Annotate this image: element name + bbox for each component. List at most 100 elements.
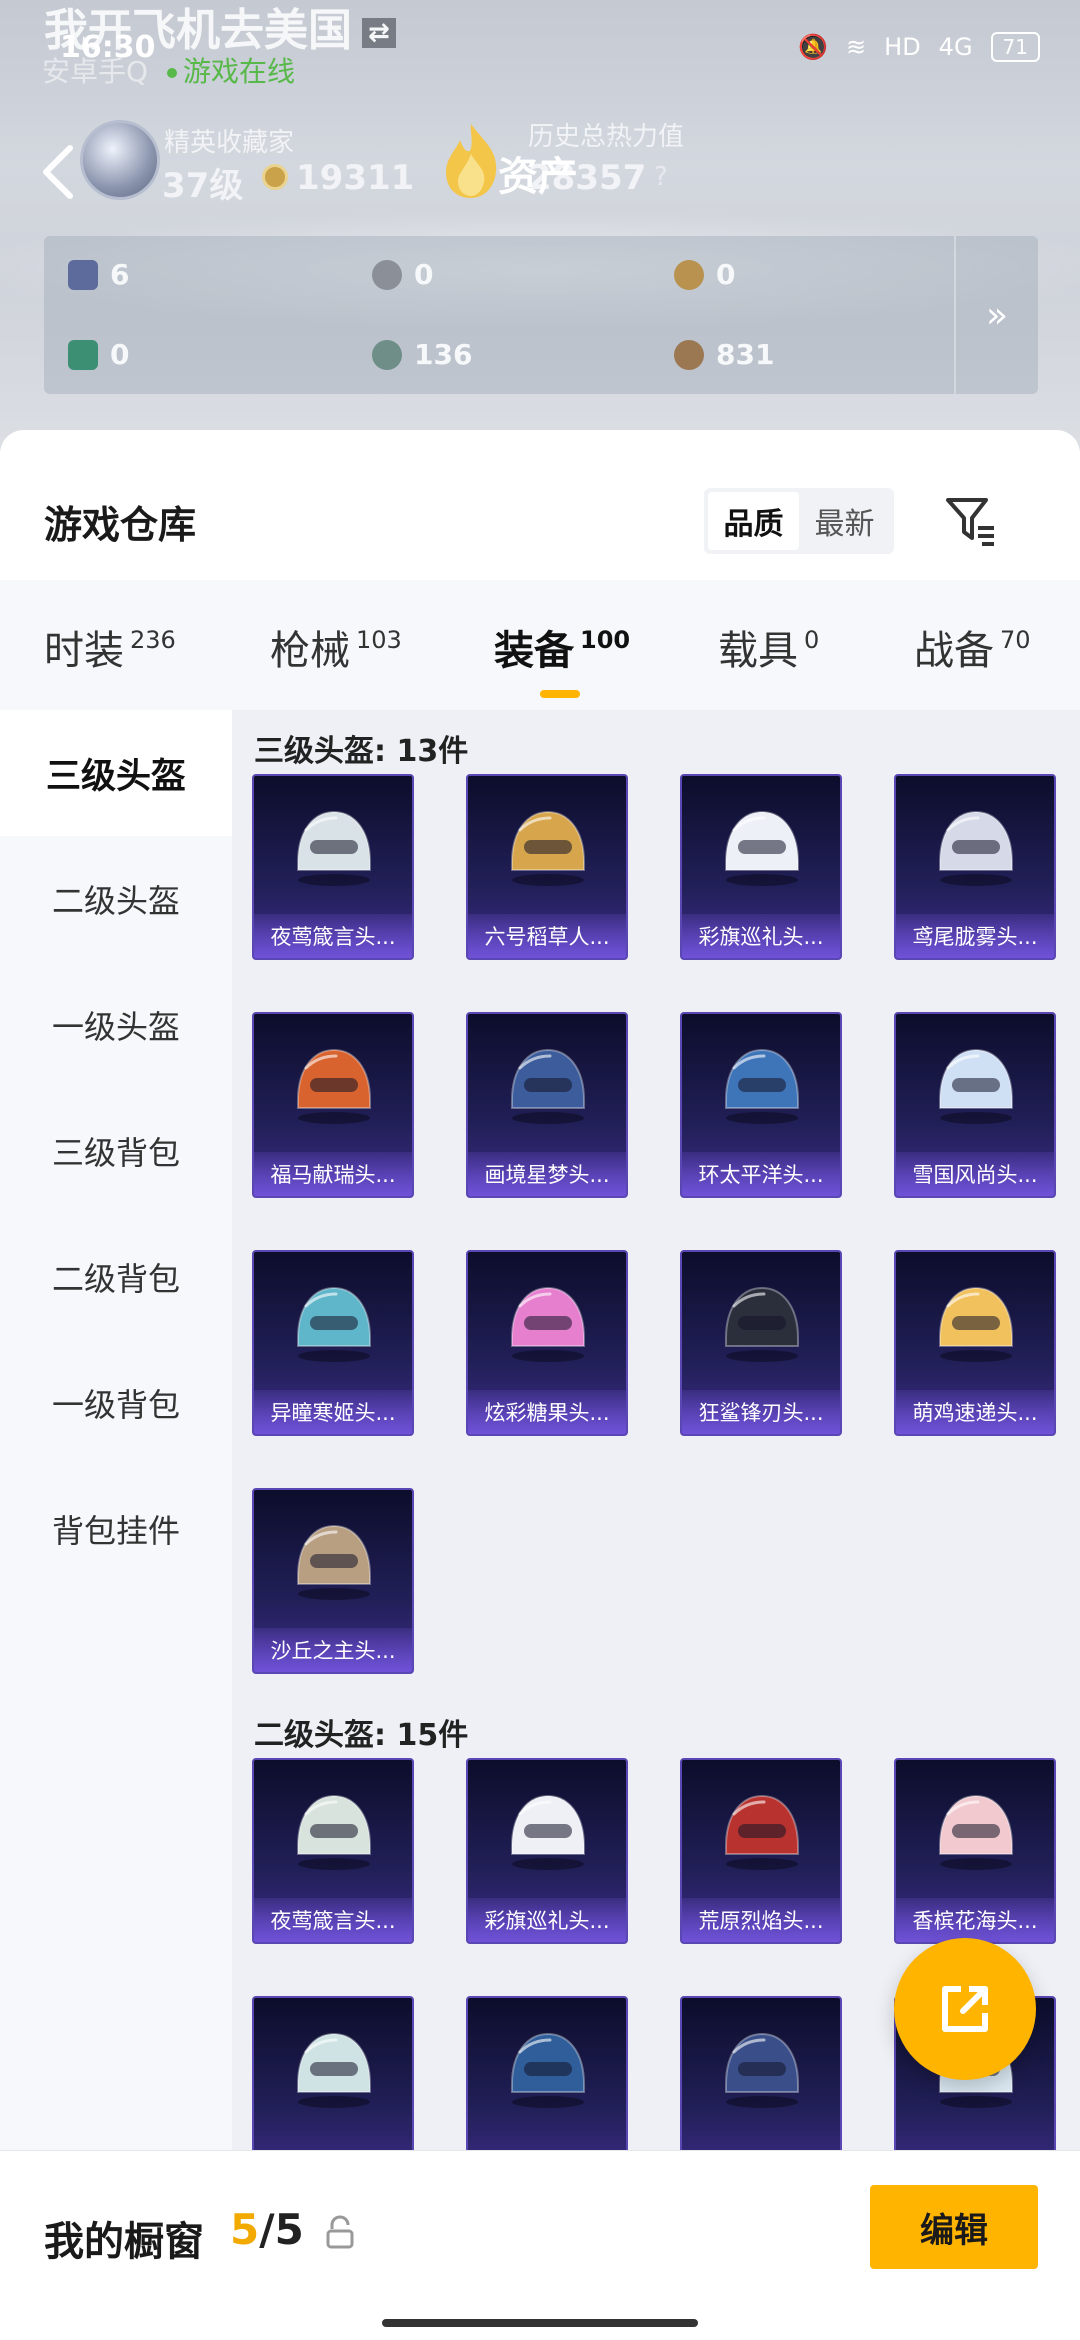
item-card[interactable]: 福马献瑞头... — [252, 1012, 414, 1198]
sidebar-item-level1-backpack[interactable]: 一级背包 — [0, 1340, 232, 1466]
tab-fashion[interactable]: 时装 236 — [44, 618, 176, 676]
online-status-text: 游戏在线 — [182, 55, 295, 88]
tab-supplies[interactable]: 战备 70 — [914, 618, 1031, 676]
item-card[interactable]: 画境星梦头... — [466, 1012, 628, 1198]
card-icon — [68, 259, 98, 290]
item-card[interactable]: 彩旗巡礼头... — [680, 774, 842, 960]
flame-icon — [446, 124, 497, 198]
filter-icon[interactable] — [942, 492, 998, 548]
online-status: 游戏在线 — [166, 55, 295, 88]
helmet-icon — [297, 1048, 371, 1124]
sidebar-item-level2-backpack[interactable]: 二级背包 — [0, 1214, 232, 1340]
item-card[interactable]: 鸢尾胧雾头... — [894, 774, 1056, 960]
subcategory-sidebar: 三级头盔 二级头盔 一级头盔 三级背包 二级背包 一级背包 背包挂件 — [0, 710, 232, 2340]
helmet-icon — [725, 1286, 799, 1362]
showcase-bar: 我的橱窗 5/5 编辑 — [0, 2150, 1080, 2340]
item-card[interactable]: 雪国风尚头... — [894, 1012, 1056, 1198]
sort-toggle[interactable]: 品质 最新 — [704, 488, 894, 554]
share-button[interactable] — [894, 1938, 1036, 2080]
helmet-icon — [939, 1048, 1013, 1124]
item-card[interactable]: 彩旗巡礼头... — [466, 1758, 628, 1944]
stat-medal: 831 — [674, 338, 774, 371]
stat-ticket: 0 — [68, 338, 129, 371]
tab-guns[interactable]: 枪械 103 — [270, 618, 402, 676]
helmet-icon — [297, 1524, 371, 1600]
showcase-title: 我的橱窗 — [44, 2219, 204, 2265]
helmet-icon — [725, 2032, 799, 2108]
tab-count: 236 — [130, 626, 176, 654]
sidebar-item-level3-backpack[interactable]: 三级背包 — [0, 1088, 232, 1214]
tab-label: 时装 — [44, 628, 124, 674]
item-card[interactable]: 荒原烈焰头... — [680, 1758, 842, 1944]
tab-vehicles[interactable]: 载具 0 — [718, 618, 819, 676]
item-card[interactable]: 香槟花海头... — [894, 1758, 1056, 1944]
player-platform: 安卓手Q — [42, 55, 149, 88]
lock-icon — [326, 2215, 354, 2249]
showcase-current: 5 — [230, 2205, 260, 2254]
item-name: 环太平洋头... — [682, 1152, 840, 1196]
item-name: 荒原烈焰头... — [682, 1898, 840, 1942]
item-card[interactable]: 异瞳寒姬头... — [252, 1250, 414, 1436]
tab-equipment[interactable]: 装备 100 — [494, 618, 630, 676]
item-card[interactable]: 沙丘之主头... — [252, 1488, 414, 1674]
stat-value: 0 — [716, 258, 736, 291]
item-card[interactable]: 环太平洋头... — [680, 1012, 842, 1198]
ticket-icon — [68, 339, 98, 370]
active-tab-indicator — [540, 690, 580, 698]
helmet-icon — [297, 810, 371, 886]
sidebar-item-level3-helmet[interactable]: 三级头盔 — [0, 710, 232, 836]
sidebar-item-level1-helmet[interactable]: 一级头盔 — [0, 962, 232, 1088]
online-dot-icon — [166, 68, 177, 78]
hd-icon: HD — [884, 33, 921, 61]
helmet-icon — [511, 1794, 585, 1870]
item-card[interactable]: 炫彩糖果头... — [466, 1250, 628, 1436]
tab-label: 枪械 — [270, 628, 350, 674]
helmet-icon — [725, 1048, 799, 1124]
item-name: 夜莺箴言头... — [254, 1898, 412, 1942]
item-name: 异瞳寒姬头... — [254, 1390, 412, 1434]
currency-panel[interactable]: 6 0 0 0 136 831 » — [44, 236, 1038, 394]
edit-button[interactable]: 编辑 — [870, 2185, 1038, 2269]
swap-account-icon[interactable]: ⇄ — [362, 18, 396, 48]
signal-icon: 4G — [938, 33, 973, 61]
tab-label: 装备 — [494, 628, 574, 674]
item-name: 福马献瑞头... — [254, 1152, 412, 1196]
helmet-icon — [511, 2032, 585, 2108]
stats-more-button[interactable]: » — [954, 236, 1038, 394]
item-name: 六号稻草人... — [468, 914, 626, 958]
item-card[interactable]: 萌鸡速递头... — [894, 1250, 1056, 1436]
item-card[interactable]: 夜莺箴言头... — [252, 1758, 414, 1944]
item-card[interactable]: 六号稻草人... — [466, 774, 628, 960]
player-subtitle: 安卓手Q 游戏在线 — [42, 50, 295, 90]
item-name: 夜莺箴言头... — [254, 914, 412, 958]
section-title-level3: 三级头盔: 13件 — [254, 734, 469, 769]
category-tabs: 时装 236 枪械 103 装备 100 载具 0 战备 70 — [0, 580, 1080, 710]
sidebar-item-level2-helmet[interactable]: 二级头盔 — [0, 836, 232, 962]
stat-value: 6 — [110, 258, 130, 291]
item-card[interactable]: 狂鲨锋刃头... — [680, 1250, 842, 1436]
item-name: 沙丘之主头... — [254, 1628, 412, 1672]
share-icon — [942, 1986, 988, 2032]
sort-quality-option[interactable]: 品质 — [708, 492, 799, 550]
item-name: 香槟花海头... — [896, 1898, 1054, 1942]
item-content: 三级头盔: 13件 夜莺箴言头... 六号稻草人... 彩旗巡礼头... 鸢尾胧雾头.… — [232, 710, 1080, 2340]
item-name: 雪国风尚头... — [896, 1152, 1054, 1196]
item-card[interactable]: 夜莺箴言头... — [252, 774, 414, 960]
profile-header: 16:30 🔕 ≋ HD 4G 71 我开飞机去美国 ⇄ 安卓手Q 游戏在线 精英… — [0, 0, 1080, 470]
showcase-count: 5/5 — [230, 2205, 304, 2254]
sort-newest-option[interactable]: 最新 — [799, 492, 890, 550]
help-icon[interactable]: ? — [654, 162, 668, 192]
helmet-icon — [297, 1794, 371, 1870]
helmet-icon — [511, 1286, 585, 1362]
player-name-text: 我开飞机去美国 — [44, 5, 352, 56]
status-icons: 🔕 ≋ HD 4G 71 — [798, 32, 1040, 62]
coin-gold-icon — [674, 259, 704, 290]
sidebar-item-backpack-charm[interactable]: 背包挂件 — [0, 1466, 232, 1592]
showcase-total: /5 — [259, 2205, 304, 2254]
asset-label: 资产 — [498, 154, 578, 200]
stat-value: 0 — [110, 338, 130, 371]
item-name: 彩旗巡礼头... — [468, 1898, 626, 1942]
score-coin-icon — [262, 164, 288, 190]
back-arrow-icon[interactable] — [36, 140, 80, 204]
helmet-icon — [725, 810, 799, 886]
